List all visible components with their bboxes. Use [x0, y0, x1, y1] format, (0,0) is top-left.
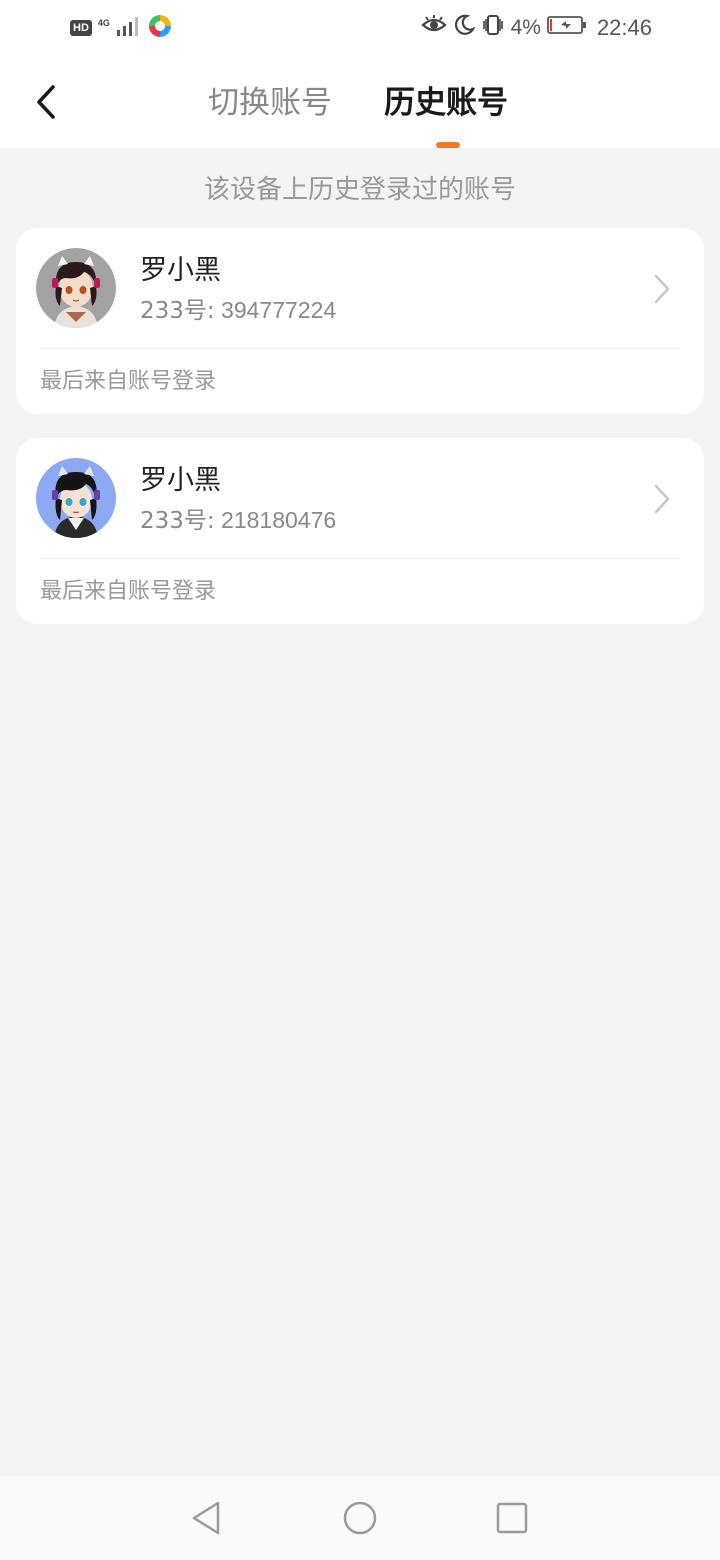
- system-recents-button[interactable]: [492, 1498, 532, 1538]
- square-recents-icon: [496, 1502, 528, 1534]
- signal-icon: [116, 15, 142, 42]
- avatar: [36, 248, 116, 328]
- status-right: 4% 22:46: [420, 12, 652, 44]
- do-not-disturb-moon-icon: [453, 14, 476, 42]
- hd-badge: HD: [70, 20, 92, 36]
- card-divider: [40, 348, 680, 349]
- account-id: 233号: 394777224: [140, 294, 336, 327]
- clock: 22:46: [596, 15, 652, 40]
- section-subtitle: 该设备上历史登录过的账号: [203, 175, 516, 205]
- status-left: HD 4G: [70, 14, 172, 42]
- account-id: 233号: 218180476: [140, 504, 336, 537]
- account-name: 罗小黑: [140, 255, 221, 286]
- tab-history-account[interactable]: 历史账号: [384, 82, 508, 124]
- system-nav-bar: [0, 1476, 720, 1560]
- account-id-value: 218180476: [221, 507, 337, 533]
- battery-percent: 4%: [510, 16, 541, 39]
- chevron-right-icon: [654, 484, 670, 514]
- account-card[interactable]: 罗小黑 233号: 394777224 最后来自账号登录: [16, 228, 704, 414]
- system-back-button[interactable]: [186, 1498, 226, 1538]
- network-type: 4G: [97, 17, 110, 28]
- back-button[interactable]: [22, 76, 70, 128]
- vibrate-icon: [481, 13, 505, 43]
- top-nav: 切换账号 历史账号: [0, 56, 720, 148]
- battery-charging-icon: [547, 14, 587, 42]
- status-bar: HD 4G 4% 22:46: [0, 0, 720, 56]
- chevron-right-icon: [654, 274, 670, 304]
- eye-comfort-icon: [420, 14, 447, 42]
- chevron-left-icon: [37, 85, 55, 119]
- tab-switch-account[interactable]: 切换账号: [208, 82, 332, 124]
- avatar: [36, 458, 116, 538]
- app-notification-icon: [148, 14, 172, 43]
- card-divider: [40, 558, 680, 559]
- system-home-button[interactable]: [340, 1498, 380, 1538]
- circle-home-icon: [343, 1501, 377, 1535]
- account-card[interactable]: 罗小黑 233号: 218180476 最后来自账号登录: [16, 438, 704, 624]
- account-name: 罗小黑: [140, 465, 221, 496]
- account-id-value: 394777224: [221, 297, 337, 323]
- account-id-label: 233号:: [140, 298, 215, 324]
- last-login-text: 最后来自账号登录: [40, 369, 217, 394]
- last-login-text: 最后来自账号登录: [40, 579, 217, 604]
- account-id-label: 233号:: [140, 508, 215, 534]
- active-tab-indicator: [436, 142, 460, 148]
- triangle-back-icon: [192, 1501, 220, 1535]
